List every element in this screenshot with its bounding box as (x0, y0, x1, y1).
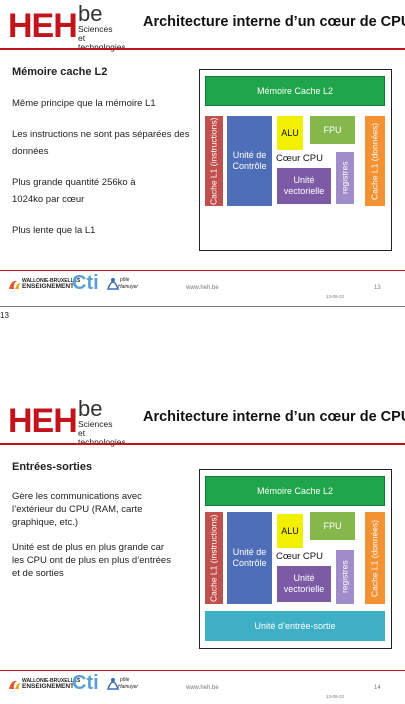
website-text: www.heh.be (186, 285, 219, 291)
page-separator (0, 306, 405, 307)
slide-number: 13 (374, 285, 381, 291)
cpu-core-label: Cœur CPU (276, 551, 323, 562)
footer-divider (0, 670, 405, 671)
alu-block: ALU (277, 514, 303, 548)
heh-logo-be: be (78, 396, 103, 421)
paragraph: Unité est de plus en plus grande car les… (12, 542, 171, 579)
control-unit-block: Unité de Contrôle (227, 116, 272, 206)
slide-heading: Entrées-sorties (12, 461, 93, 473)
cti-logo: Cti (72, 672, 99, 694)
l1-instructions-block: Cache L1 (instructions) (205, 512, 223, 604)
slide-heading: Mémoire cache L2 (12, 66, 108, 78)
heh-logo-text: HEH (8, 7, 78, 45)
pole-hainuyer-logo: pôle Hainuyer (106, 675, 140, 695)
fpu-block: FPU (310, 116, 355, 144)
cpu-core-diagram: Mémoire Cache L2 Cache L1 (instructions)… (199, 469, 392, 649)
l1-data-block: Cache L1 (données) (365, 116, 385, 206)
cti-logo: Cti (72, 272, 99, 294)
slide-title: Architecture interne d’un cœur de CPU (143, 14, 405, 30)
slide-footer: WALLONIE-BRUXELLES ENSEIGNEMENT Cti pôle… (0, 270, 405, 304)
paragraph: Plus grande quantité 256ko à 1024ko par … (12, 177, 136, 205)
heh-logo: HEH be Sciences et technologies (8, 397, 133, 447)
io-unit-block: Unité d’entrée-sortie (205, 611, 385, 641)
heh-logo: HEH be Sciences et technologies (8, 2, 133, 52)
cpu-core-diagram: Mémoire Cache L2 Cache L1 (instructions)… (199, 69, 392, 251)
vector-unit-block: Unité vectorielle (277, 168, 331, 204)
registers-block: registres (336, 152, 354, 204)
paragraph: Plus lente que la L1 (12, 225, 96, 236)
slide-13: HEH be Sciences et technologies Architec… (0, 0, 405, 304)
pole-hainuyer-logo: pôle Hainuyer (106, 275, 140, 295)
registers-block: registres (336, 550, 354, 604)
slide-date: 13-09-22 (326, 294, 345, 299)
alu-block: ALU (277, 116, 303, 150)
vector-unit-block: Unité vectorielle (277, 566, 331, 602)
footer-divider (0, 270, 405, 271)
heh-logo-text: HEH (8, 402, 78, 440)
header-divider (0, 48, 405, 50)
page-number-label: 13 (0, 311, 9, 320)
heh-logo-be: be (78, 1, 103, 26)
slide-header: HEH be Sciences et technologies Architec… (0, 395, 405, 447)
control-unit-block: Unité de Contrôle (227, 512, 272, 604)
paragraph: Même principe que la mémoire L1 (12, 98, 156, 109)
slide-14: HEH be Sciences et technologies Architec… (0, 395, 405, 699)
slide-title: Architecture interne d’un cœur de CPU (143, 409, 405, 425)
paragraph: Gère les communications avec l’extérieur… (12, 491, 143, 528)
slide-text: Entrées-sorties Gère les communications … (12, 459, 192, 592)
l2-cache-block: Mémoire Cache L2 (205, 476, 385, 506)
l1-instructions-block: Cache L1 (instructions) (205, 116, 223, 206)
fpu-block: FPU (310, 512, 355, 540)
slide-date: 13-09-22 (326, 694, 345, 699)
slide-number: 14 (374, 685, 381, 691)
header-divider (0, 443, 405, 445)
slide-footer: WALLONIE-BRUXELLES ENSEIGNEMENT Cti pôle… (0, 670, 405, 704)
cpu-core-label: Cœur CPU (276, 153, 323, 164)
l2-cache-block: Mémoire Cache L2 (205, 76, 385, 106)
website-text: www.heh.be (186, 685, 219, 691)
paragraph: Les instructions ne sont pas séparées de… (12, 129, 190, 157)
slide-text: Mémoire cache L2 Même principe que la mé… (12, 64, 192, 253)
slide-header: HEH be Sciences et technologies Architec… (0, 0, 405, 52)
l1-data-block: Cache L1 (données) (365, 512, 385, 604)
